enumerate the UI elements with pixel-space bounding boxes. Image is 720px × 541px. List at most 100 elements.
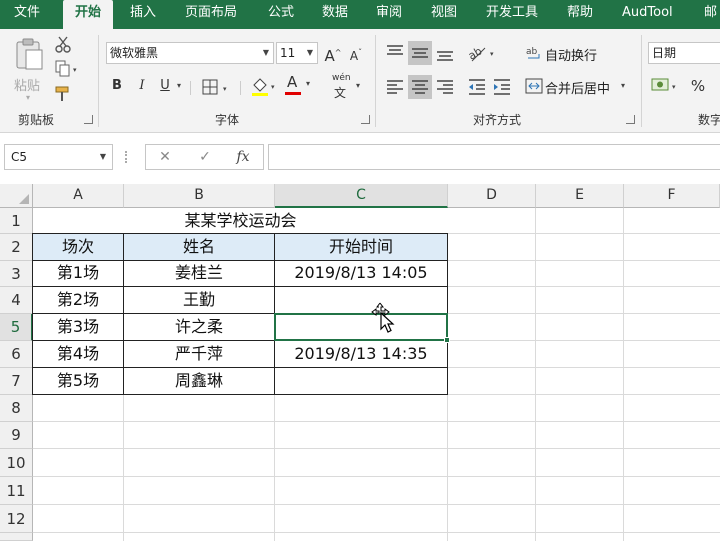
formula-input[interactable] (268, 144, 720, 170)
column-header-a[interactable]: A (33, 184, 124, 208)
paste-button[interactable]: 粘贴 ▾ (10, 37, 50, 102)
tab-data[interactable]: 数据 (322, 0, 348, 29)
row-header-6[interactable]: 6 (0, 341, 33, 368)
column-header-c[interactable]: C (275, 184, 448, 208)
row-header-13[interactable] (0, 533, 33, 541)
alignment-launcher-icon[interactable] (626, 115, 635, 124)
select-all-button[interactable] (0, 184, 33, 208)
increase-font-size-button[interactable]: A^ (323, 42, 343, 65)
header-cell-name[interactable]: 姓名 (124, 233, 274, 260)
format-painter-icon[interactable] (54, 85, 72, 103)
group-divider (375, 35, 376, 127)
row-header-9[interactable]: 9 (0, 422, 33, 449)
table-cell[interactable]: 第3场 (33, 313, 123, 340)
fill-handle[interactable] (444, 337, 450, 343)
number-format-select[interactable]: 日期 (648, 42, 720, 64)
table-title-cell[interactable]: 某某学校运动会 (33, 208, 448, 233)
table-cell[interactable] (275, 367, 447, 394)
table-cell[interactable]: 第4场 (33, 340, 123, 367)
tab-view[interactable]: 视图 (431, 0, 457, 29)
row-header-2[interactable]: 2 (0, 234, 33, 261)
cancel-icon[interactable]: ✕ (150, 145, 180, 169)
row-header-4[interactable]: 4 (0, 287, 33, 314)
row-header-3[interactable]: 3 (0, 261, 33, 287)
row-header-5[interactable]: 5 (0, 314, 33, 341)
table-border (32, 394, 448, 395)
chevron-down-icon: ▼ (306, 48, 313, 57)
wrap-text-button[interactable]: ab 自动换行 (523, 42, 603, 64)
tab-formulas[interactable]: 公式 (268, 0, 294, 29)
phonetic-guide-button[interactable]: wén 文 ▾ (330, 73, 366, 101)
bold-button[interactable]: B (108, 75, 126, 97)
font-color-button[interactable]: A ▾ (285, 73, 319, 97)
header-cell-start-time[interactable]: 开始时间 (275, 233, 447, 260)
font-launcher-icon[interactable] (361, 115, 370, 124)
svg-text:ab: ab (466, 44, 484, 62)
percent-style-button[interactable]: % (688, 75, 708, 97)
tab-mail[interactable]: 邮 (704, 0, 717, 29)
font-color-swatch (285, 92, 301, 95)
insert-function-icon[interactable]: fx (228, 145, 258, 169)
name-box[interactable]: C5 ▼ (4, 144, 113, 170)
italic-button[interactable]: I (133, 75, 151, 97)
table-border (32, 286, 448, 287)
table-cell[interactable]: 周鑫琳 (124, 367, 274, 394)
decrease-font-size-button[interactable]: Aˇ (346, 42, 366, 64)
gridline (33, 448, 720, 449)
tab-audtool[interactable]: AudTool (622, 0, 673, 29)
align-right-icon[interactable] (434, 76, 456, 98)
cut-icon[interactable] (54, 36, 72, 54)
borders-icon[interactable]: ▾ (202, 78, 232, 96)
table-cell[interactable]: 姜桂兰 (124, 260, 274, 286)
tab-developer[interactable]: 开发工具 (486, 0, 538, 29)
row-header-8[interactable]: 8 (0, 395, 33, 422)
orientation-icon[interactable]: ab ▾ (466, 42, 500, 64)
increase-indent-icon[interactable] (491, 76, 513, 98)
align-left-icon[interactable] (384, 76, 406, 98)
table-cell[interactable]: 第2场 (33, 286, 123, 313)
table-cell[interactable]: 2019/8/13 14:35 (275, 340, 447, 367)
table-cell[interactable]: 第1场 (33, 260, 123, 286)
underline-button[interactable]: U (156, 75, 174, 97)
row-header-7[interactable]: 7 (0, 368, 33, 395)
align-top-icon[interactable] (384, 42, 406, 64)
tab-help[interactable]: 帮助 (567, 0, 593, 29)
column-header-e[interactable]: E (536, 184, 624, 208)
formula-bar-grip[interactable] (125, 151, 128, 163)
header-cell-round[interactable]: 场次 (33, 233, 123, 260)
row-header-1[interactable]: 1 (0, 208, 33, 234)
tab-home[interactable]: 开始 (63, 0, 113, 29)
column-header-d[interactable]: D (448, 184, 536, 208)
column-header-f[interactable]: F (624, 184, 720, 208)
column-header-b[interactable]: B (124, 184, 275, 208)
font-name-select[interactable]: 微软雅黑 ▼ (106, 42, 274, 64)
tab-review[interactable]: 审阅 (376, 0, 402, 29)
table-cell[interactable] (275, 286, 447, 313)
ribbon-home: 粘贴 ▾ ▾ 剪贴板 微软雅黑 ▼ 11 ▼ A^ Aˇ B I U ▾ ▾ ▾… (0, 29, 720, 133)
clipboard-launcher-icon[interactable] (84, 115, 93, 124)
phonetic-bottom-label: 文 (334, 86, 347, 100)
row-header-10[interactable]: 10 (0, 449, 33, 477)
fill-color-icon[interactable]: ▾ (250, 75, 280, 97)
table-cell[interactable]: 第5场 (33, 367, 123, 394)
align-center-icon[interactable] (408, 75, 432, 99)
chevron-down-icon: ▼ (99, 152, 106, 161)
accounting-format-icon[interactable]: ▾ (650, 75, 684, 97)
enter-icon[interactable]: ✓ (190, 145, 220, 169)
font-size-select[interactable]: 11 ▼ (276, 42, 318, 64)
chevron-down-icon[interactable]: ▾ (177, 81, 181, 90)
table-cell[interactable]: 2019/8/13 14:05 (275, 260, 447, 286)
table-cell[interactable]: 严千萍 (124, 340, 274, 367)
tab-file[interactable]: 文件 (14, 0, 40, 29)
merge-center-button[interactable]: 合并后居中 ▾ (523, 75, 633, 97)
tab-insert[interactable]: 插入 (130, 0, 156, 29)
tab-page-layout[interactable]: 页面布局 (185, 0, 237, 29)
align-bottom-icon[interactable] (434, 42, 456, 64)
table-cell[interactable]: 许之柔 (124, 313, 274, 340)
row-header-11[interactable]: 11 (0, 477, 33, 505)
row-header-12[interactable]: 12 (0, 505, 33, 533)
decrease-indent-icon[interactable] (466, 76, 488, 98)
align-middle-icon[interactable] (408, 41, 432, 65)
copy-icon[interactable]: ▾ (54, 60, 78, 78)
table-cell[interactable]: 王勤 (124, 286, 274, 313)
